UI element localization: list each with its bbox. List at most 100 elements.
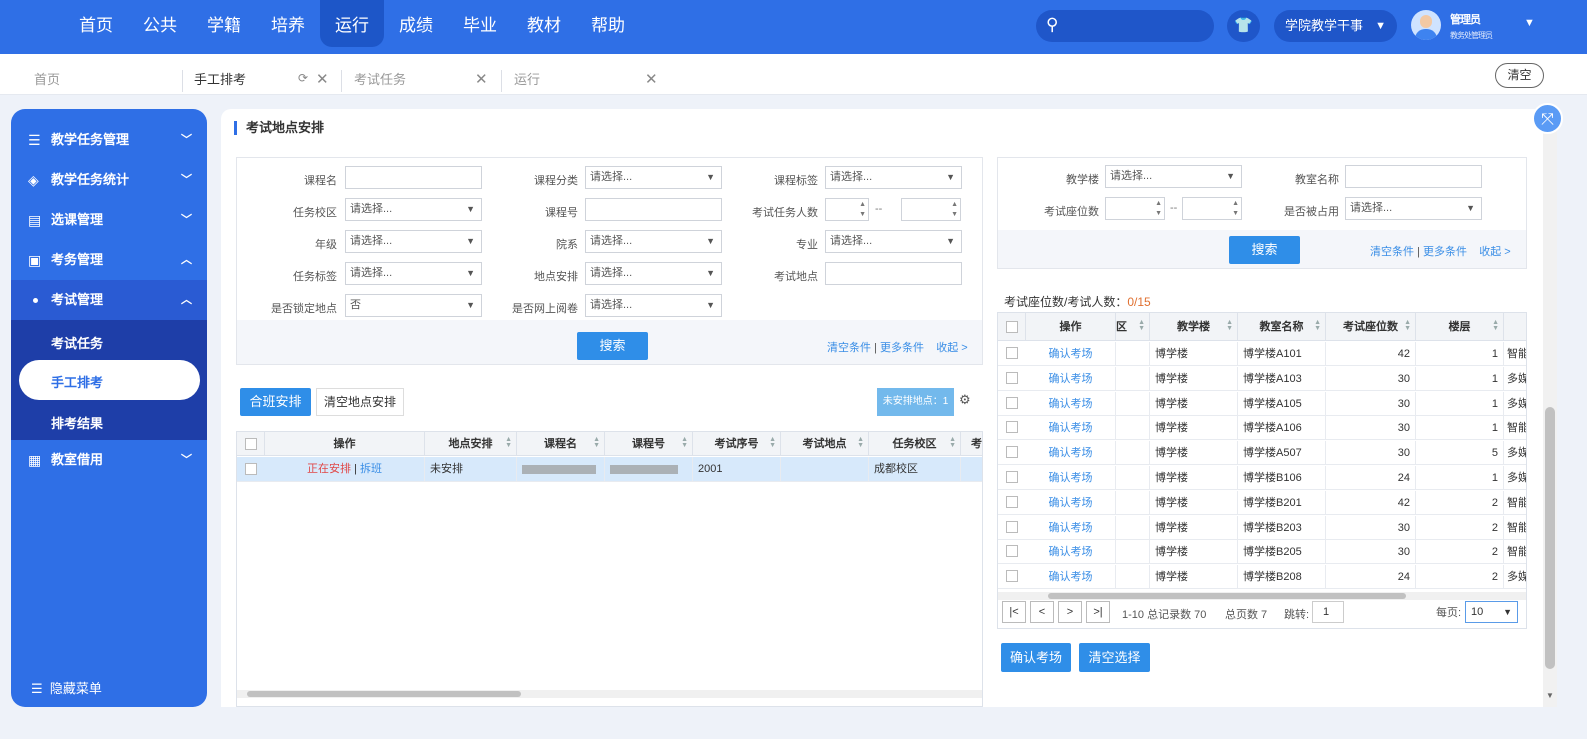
campus-select[interactable]: 请选择... ▼ <box>345 198 482 221</box>
tab-operation[interactable]: 运行 <box>514 71 540 89</box>
nav-grades[interactable]: 成绩 <box>384 0 448 47</box>
nav-help[interactable]: 帮助 <box>576 0 640 47</box>
col-course-name[interactable]: 课程名 ▲ ▼ <box>517 432 605 456</box>
left-search-button[interactable]: 搜索 <box>577 332 648 360</box>
more-conditions-link[interactable]: 更多条件 <box>1423 246 1467 258</box>
course-name-input[interactable] <box>345 166 482 189</box>
table-row[interactable]: 确认考场 博学楼 博学楼A103 30 1 多媒 <box>998 366 1526 391</box>
merge-class-button[interactable]: 合班安排 <box>240 388 311 416</box>
sort-icon[interactable]: ▲ ▼ <box>505 436 512 449</box>
caret-down-icon[interactable]: ▼ <box>859 211 866 219</box>
sidebar-item-course-select[interactable]: ▤ 选课管理 ﹀ <box>11 200 207 240</box>
row-checkbox[interactable] <box>1006 347 1018 359</box>
sort-icon[interactable]: ▲ ▼ <box>593 436 600 449</box>
row-checkbox[interactable] <box>1006 471 1018 483</box>
right-table-hscrollbar[interactable] <box>998 592 1526 600</box>
grade-select[interactable]: 请选择... ▼ <box>345 230 482 253</box>
table-row[interactable]: 确认考场 博学楼 博学楼A106 30 1 智能 <box>998 416 1526 441</box>
sort-icon[interactable]: ▲ ▼ <box>1492 319 1499 332</box>
confirm-room-link[interactable]: 确认考场 <box>1026 366 1116 391</box>
caret-up-icon[interactable]: ▲ <box>859 201 866 209</box>
course-no-input[interactable] <box>585 198 722 221</box>
task-count-min-stepper[interactable]: ▲ ▼ <box>825 198 869 221</box>
split-class-link[interactable]: 拆班 <box>360 463 382 475</box>
sidebar-item-exam-manage[interactable]: 考试管理 ︿ <box>11 280 207 320</box>
col-building[interactable]: 教学楼 ▲ ▼ <box>1150 313 1238 341</box>
confirm-room-link[interactable]: 确认考场 <box>1026 515 1116 540</box>
fullscreen-toggle-icon[interactable]: ⤧ <box>1532 103 1563 134</box>
col-seats[interactable]: 考试座位数 ▲ ▼ <box>1326 313 1416 341</box>
jump-page-input[interactable]: 1 <box>1312 601 1344 623</box>
nav-status[interactable]: 学籍 <box>192 0 256 47</box>
arranging-link[interactable]: 正在安排 <box>307 463 351 475</box>
tab-exam-task[interactable]: 考试任务 <box>354 71 406 89</box>
confirm-room-link[interactable]: 确认考场 <box>1026 565 1116 590</box>
clear-place-button[interactable]: 清空地点安排 <box>316 388 404 416</box>
close-icon[interactable]: ✕ <box>645 70 658 88</box>
col-place-arrangement[interactable]: 地点安排 ▲ ▼ <box>425 432 517 456</box>
sort-icon[interactable]: ▲ ▼ <box>681 436 688 449</box>
sidebar-subitem-exam-result[interactable]: 排考结果 <box>51 413 103 432</box>
confirm-room-link[interactable]: 确认考场 <box>1026 490 1116 515</box>
first-page-button[interactable]: |< <box>1002 601 1026 623</box>
hide-menu-button[interactable]: ☰ 隐藏菜单 <box>31 678 102 697</box>
task-tag-select[interactable]: 请选择... ▼ <box>345 262 482 285</box>
sort-icon[interactable]: ▲ ▼ <box>1404 319 1411 332</box>
clear-tabs-button[interactable]: 清空 <box>1495 63 1544 88</box>
row-checkbox[interactable] <box>1006 495 1018 508</box>
place-arrangement-select[interactable]: 请选择... ▼ <box>585 262 722 285</box>
col-exam-seq[interactable]: 考试序号 ▲ ▼ <box>693 432 781 456</box>
occupied-select[interactable]: 请选择... ▼ <box>1345 197 1482 220</box>
table-row[interactable]: 确认考场 博学楼 博学楼B205 30 2 智能 <box>998 540 1526 565</box>
table-row[interactable]: 确认考场 博学楼 博学楼A105 30 1 多媒 <box>998 391 1526 416</box>
right-search-button[interactable]: 搜索 <box>1229 236 1300 264</box>
col-course-no[interactable]: 课程号 ▲ ▼ <box>605 432 693 456</box>
confirm-room-link[interactable]: 确认考场 <box>1026 391 1116 416</box>
tag-select[interactable]: 请选择... ▼ <box>825 166 962 189</box>
sort-icon[interactable]: ▲ ▼ <box>1138 319 1145 332</box>
table-row[interactable]: 确认考场 博学楼 博学楼A507 30 5 多媒 <box>998 441 1526 466</box>
confirm-room-link[interactable]: 确认考场 <box>1026 416 1116 441</box>
theme-shirt-button[interactable]: 👕 <box>1227 10 1260 42</box>
prev-page-button[interactable]: < <box>1030 601 1054 623</box>
col-room-name[interactable]: 教室名称 ▲ ▼ <box>1238 313 1326 341</box>
per-page-select[interactable]: 10 ▼ <box>1465 601 1518 623</box>
sidebar-item-exam-affairs[interactable]: ▣ 考务管理 ︿ <box>11 240 207 280</box>
sort-icon[interactable]: ▲ ▼ <box>1226 319 1233 332</box>
caret-down-icon[interactable]: ▼ <box>1232 210 1239 218</box>
col-task-campus[interactable]: 任务校区 ▲ ▼ <box>869 432 961 456</box>
nav-textbooks[interactable]: 教材 <box>512 0 576 47</box>
caret-up-icon[interactable]: ▲ <box>1232 200 1239 208</box>
table-row[interactable]: 确认考场 博学楼 博学楼B201 42 2 智能 <box>998 490 1526 515</box>
caret-down-icon[interactable]: ▼ <box>1155 210 1162 218</box>
row-checkbox[interactable] <box>1006 446 1018 459</box>
seats-max-stepper[interactable]: ▲ ▼ <box>1182 197 1242 220</box>
row-checkbox[interactable] <box>1006 520 1018 533</box>
collapse-link[interactable]: 收起 > <box>936 342 967 354</box>
sidebar-item-task-stats[interactable]: ◈ 教学任务统计 ﹀ <box>11 160 207 200</box>
sort-icon[interactable]: ▲ ▼ <box>857 436 864 449</box>
table-row[interactable]: 正在安排 | 拆班 未安排 2001 成都校区 <box>237 457 982 482</box>
table-row[interactable]: 确认考场 博学楼 博学楼B106 24 1 多媒 <box>998 466 1526 490</box>
caret-up-icon[interactable]: ▲ <box>951 201 958 209</box>
category-select[interactable]: 请选择... ▼ <box>585 166 722 189</box>
task-count-max-stepper[interactable]: ▲ ▼ <box>901 198 961 221</box>
sort-icon[interactable]: ▲ ▼ <box>1314 319 1321 332</box>
confirm-room-link[interactable]: 确认考场 <box>1026 441 1116 466</box>
top-search-input[interactable]: ⚲ <box>1036 10 1214 42</box>
room-name-input[interactable] <box>1345 165 1482 188</box>
table-row[interactable]: 确认考场 博学楼 博学楼B203 30 2 智能 <box>998 515 1526 540</box>
sidebar-subitem-exam-task[interactable]: 考试任务 <box>51 333 103 352</box>
nav-home[interactable]: 首页 <box>64 0 128 47</box>
tab-manual-exam[interactable]: 手工排考 <box>194 71 246 89</box>
collapse-link[interactable]: 收起 > <box>1479 246 1510 258</box>
clear-selection-button[interactable]: 清空选择 <box>1079 643 1150 672</box>
confirm-room-link[interactable]: 确认考场 <box>1026 342 1116 366</box>
select-all-checkbox[interactable] <box>245 438 257 450</box>
left-table-hscrollbar[interactable] <box>237 690 982 698</box>
exam-place-input[interactable] <box>825 262 962 285</box>
col-operation[interactable]: 操作 <box>1026 313 1116 341</box>
sidebar-item-room-borrow[interactable]: ▦ 教室借用 ﹀ <box>11 440 207 480</box>
col-zone[interactable]: 区 ▲ ▼ <box>1116 313 1150 341</box>
major-select[interactable]: 请选择... ▼ <box>825 230 962 253</box>
